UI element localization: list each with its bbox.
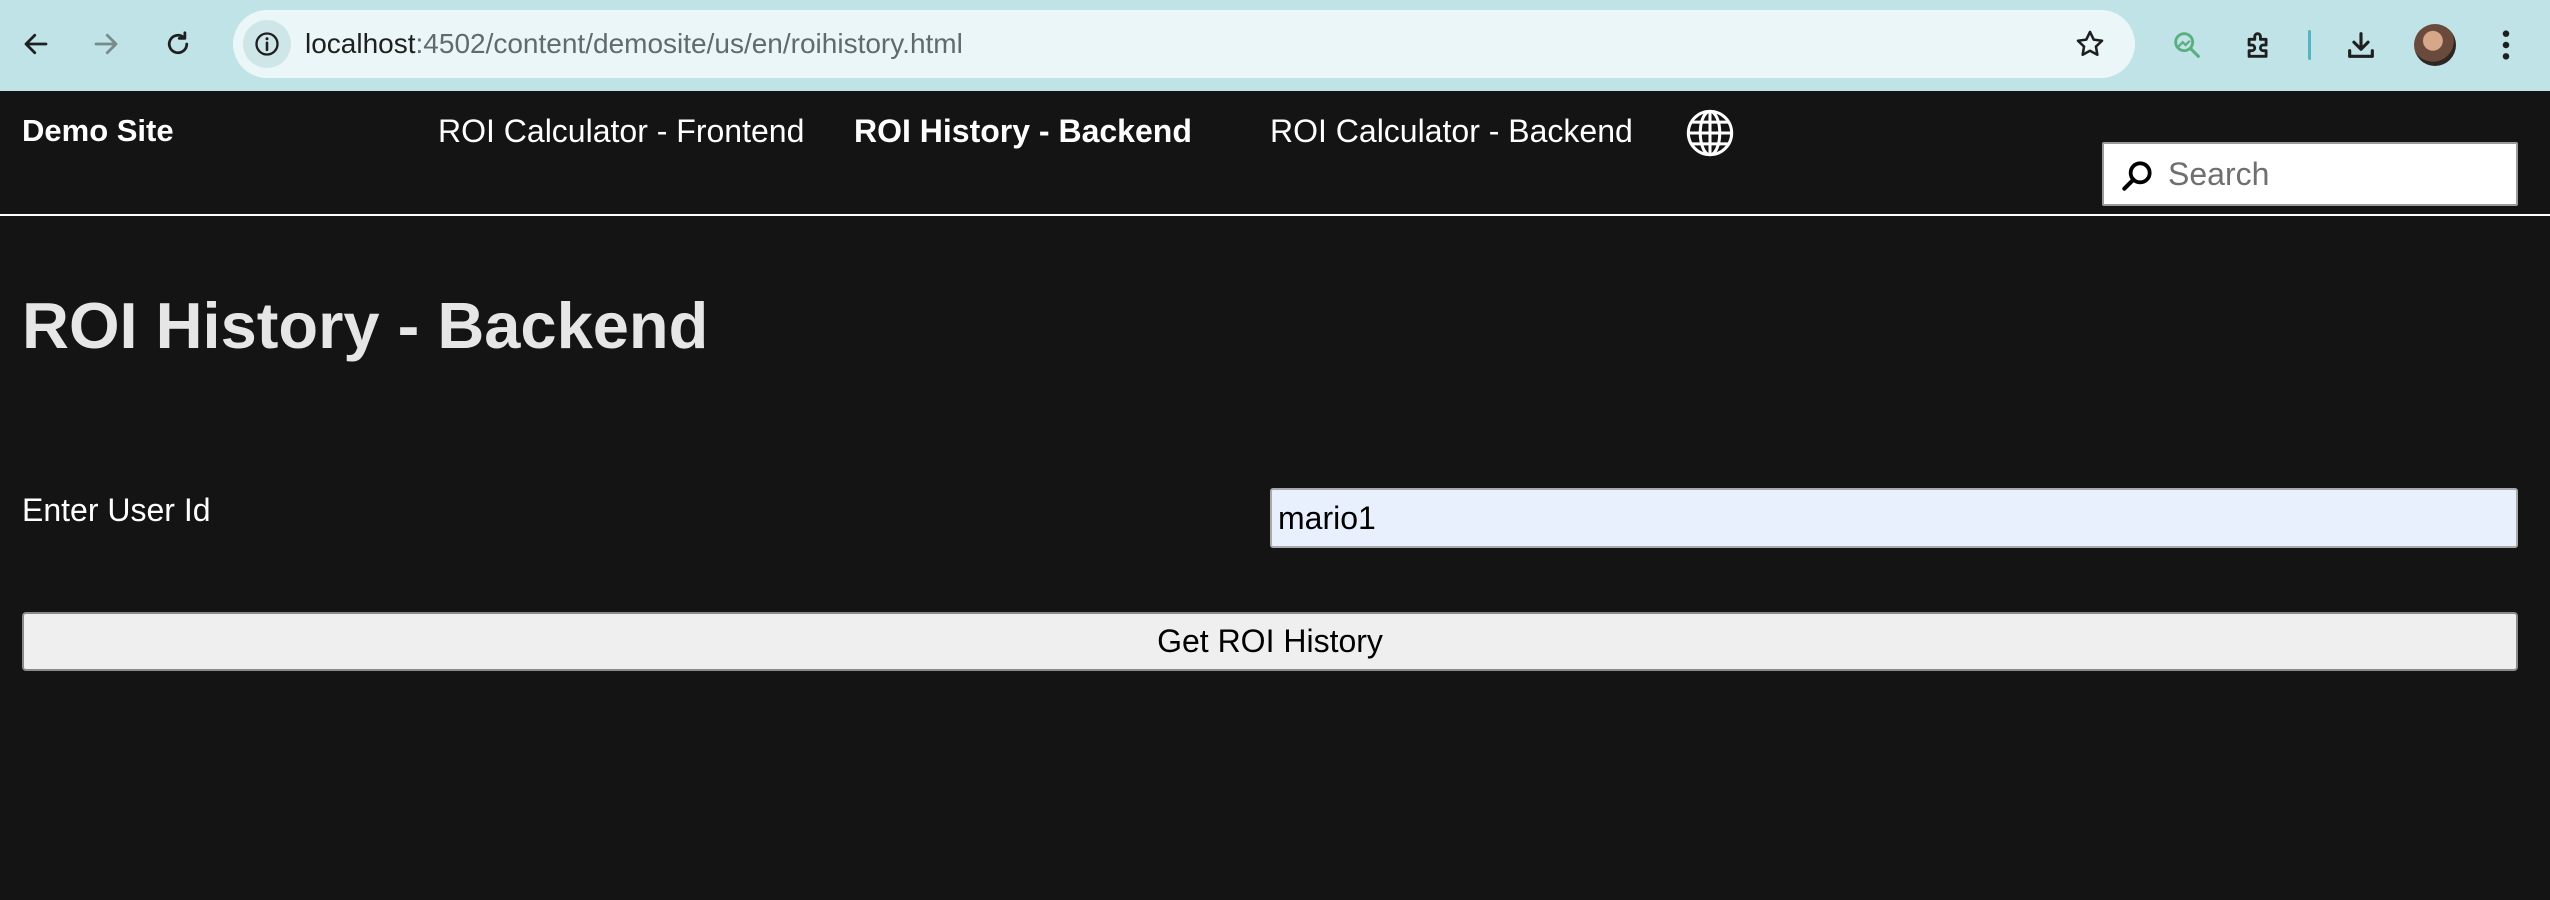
user-id-label: Enter User Id: [22, 492, 211, 528]
toolbar-divider: [2308, 30, 2311, 60]
nav-item-roi-history-backend[interactable]: ROI History - Backend: [854, 113, 1192, 150]
address-bar[interactable]: localhost:4502/content/demosite/us/en/ro…: [233, 10, 2135, 78]
reload-icon[interactable]: [156, 22, 200, 66]
extensions-icon[interactable]: [2236, 22, 2282, 68]
nav-item-roi-calculator-frontend[interactable]: ROI Calculator - Frontend: [438, 113, 804, 150]
url-host: localhost: [305, 28, 416, 59]
globe-icon[interactable]: [1684, 107, 1736, 164]
user-id-input[interactable]: [1270, 488, 2518, 548]
url-text[interactable]: localhost:4502/content/demosite/us/en/ro…: [305, 10, 963, 78]
browser-toolbar: localhost:4502/content/demosite/us/en/ro…: [0, 0, 2550, 91]
avatar[interactable]: [2414, 24, 2456, 66]
url-path: :4502/content/demosite/us/en/roihistory.…: [415, 28, 963, 59]
info-icon[interactable]: [243, 20, 291, 68]
search-labs-icon[interactable]: [2164, 22, 2210, 68]
search-icon: [2118, 157, 2156, 200]
more-menu-icon[interactable]: [2484, 22, 2528, 68]
get-roi-history-button[interactable]: Get ROI History: [22, 612, 2518, 671]
search-input[interactable]: [2168, 144, 2508, 204]
forward-arrow-icon[interactable]: [84, 22, 128, 66]
search-field[interactable]: [2102, 142, 2518, 206]
page-title: ROI History - Backend: [22, 289, 709, 362]
download-icon[interactable]: [2338, 22, 2384, 68]
site-header: Demo Site ROI Calculator - Frontend ROI …: [0, 91, 2550, 216]
star-icon[interactable]: [2073, 27, 2107, 61]
nav-item-roi-calculator-backend[interactable]: ROI Calculator - Backend: [1270, 113, 1633, 150]
back-arrow-icon[interactable]: [14, 22, 58, 66]
brand-link[interactable]: Demo Site: [22, 113, 174, 149]
